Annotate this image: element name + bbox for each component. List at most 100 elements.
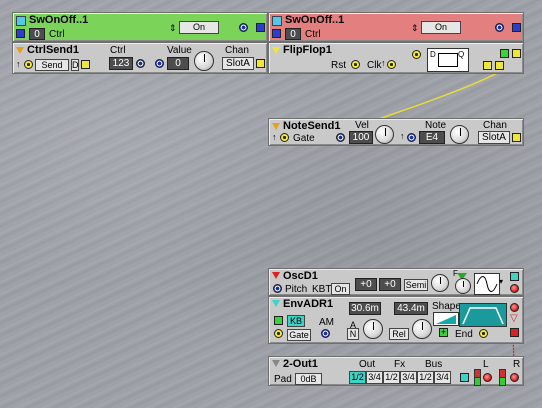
n-button[interactable]: N [347,328,359,340]
module-title: OscD1 [283,270,318,282]
ctrl-label: Ctrl [305,29,321,40]
attack-knob[interactable] [363,319,383,339]
updown-arrow-icon: ↑ [381,58,386,68]
q-output-jack[interactable] [500,49,509,58]
out-1-2-button[interactable]: 1/2 [349,371,366,384]
note-knob[interactable] [450,125,469,144]
on-button[interactable]: On [179,21,219,34]
fx-1-2-button[interactable]: 1/2 [383,371,400,384]
input-jack[interactable] [510,303,519,312]
module-menu-icon[interactable] [272,123,280,130]
l-input-jack[interactable] [483,373,492,382]
shape-selector[interactable] [433,312,459,326]
output-jack[interactable] [512,133,521,142]
note-input-jack[interactable] [407,133,416,142]
attack-display[interactable]: 30.6m [349,302,381,315]
d-label: D [430,50,436,59]
d-jack[interactable] [412,50,421,59]
pitch-label: Pitch [285,284,308,295]
power-icon[interactable] [510,272,519,281]
module-menu-icon[interactable] [272,300,280,307]
output-jack[interactable] [510,284,519,293]
send-input-jack[interactable] [24,60,33,69]
ctrl-label: Ctrl [110,45,126,56]
output-jack[interactable] [512,49,521,58]
fx-3-4-button[interactable]: 3/4 [400,371,417,384]
notesend-module[interactable]: NoteSend1 ↑ Gate Vel 100 Note ↑ E4 Chan … [268,118,524,146]
input-jack[interactable] [239,23,248,32]
flipflop-box-icon [438,53,458,67]
shape-curve-icon [436,315,456,324]
pitch-knob[interactable] [431,274,449,292]
envelope-display [459,303,507,327]
module-menu-icon[interactable] [16,47,24,54]
chan-select[interactable]: SlotA [222,57,254,70]
bus-3-4-button[interactable]: 3/4 [434,371,451,384]
output-jack[interactable] [272,29,281,38]
vel-knob[interactable] [375,125,394,144]
end-jack[interactable] [479,329,488,338]
ctrl-value-display[interactable]: 123 [109,57,133,70]
output-jack[interactable] [510,328,519,337]
decay-display[interactable]: 43.4m [394,302,428,315]
fm-knob[interactable] [455,278,471,294]
on-button[interactable]: On [421,21,461,34]
value-knob[interactable] [194,51,214,71]
vel-display[interactable]: 100 [349,131,373,144]
output-jack[interactable] [512,23,521,32]
plus-button[interactable]: + [439,328,448,337]
bus-1-2-button[interactable]: 1/2 [417,371,434,384]
pad-select[interactable]: 0dB [295,373,322,385]
gate-jack[interactable] [280,133,289,142]
semi-button[interactable]: Semi [404,279,428,291]
updown-arrow-icon[interactable]: ⇕ [169,23,177,34]
kb-button[interactable]: KB [287,315,305,327]
qbar-output-jack-2[interactable] [495,61,504,70]
chan-select[interactable]: SlotA [478,131,510,144]
flipflop-module[interactable]: FlipFlop1 Rst Clk ↑ D Q [268,42,524,74]
swonoff-module-1[interactable]: SwOnOff..1 0 Ctrl ⇕ On [12,12,268,42]
out-module[interactable]: 2-Out1 Pad 0dB Out 1/2 3/4 Fx 1/2 3/4 Bu… [268,356,524,386]
envadr-module[interactable]: EnvADR1 KB Gate AM A N 30.6m Rel 43.4m S… [268,296,524,344]
pitch-jack[interactable] [273,284,282,293]
bus-label: Bus [425,359,443,370]
waveform-selector[interactable] [474,273,500,295]
gate-jack[interactable] [274,329,283,338]
fine-display[interactable]: +0 [379,278,401,291]
rel-button[interactable]: Rel [389,328,409,340]
module-menu-icon[interactable] [272,360,280,367]
gate-button[interactable]: Gate [287,329,311,341]
input-jack[interactable] [495,23,504,32]
end-label: End [455,329,473,340]
updown-arrow-icon[interactable]: ⇕ [411,23,419,34]
module-title: 2-Out1 [283,358,318,370]
osc-module[interactable]: OscD1 Pitch KBT On +0 +0 Semi F ▾ [268,268,524,296]
rst-jack[interactable] [351,60,360,69]
output-jack[interactable] [256,23,265,32]
module-menu-icon[interactable] [272,272,280,279]
chan-label: Chan [483,120,507,131]
ctrl-input-jack[interactable] [136,59,145,68]
send-output-jack[interactable] [81,60,90,69]
note-display[interactable]: E4 [419,131,445,144]
output-jack[interactable] [16,29,25,38]
value-input-jack[interactable] [155,59,164,68]
module-menu-icon[interactable] [272,47,280,54]
updown-arrow-icon: ↑ [16,59,21,69]
coarse-display[interactable]: +0 [355,278,377,291]
dropdown-arrow-icon[interactable]: ▾ [499,277,503,286]
output-jack[interactable] [256,59,265,68]
decay-knob[interactable] [412,319,432,339]
value-display[interactable]: 0 [167,57,189,70]
power-icon[interactable] [460,373,469,382]
r-input-jack[interactable] [510,373,519,382]
ctrlsend-module[interactable]: CtrlSend1 ↑ Send D Ctrl 123 Value 0 Chan… [12,42,268,74]
qbar-output-jack[interactable] [483,61,492,70]
send-button[interactable]: Send [35,59,69,71]
am-jack[interactable] [321,329,330,338]
swonoff-module-2[interactable]: SwOnOff..1 0 Ctrl ⇕ On [268,12,524,42]
vel-input-jack[interactable] [336,133,345,142]
out-3-4-button[interactable]: 3/4 [366,371,383,384]
kbt-on-button[interactable]: On [331,283,350,295]
clk-jack[interactable] [387,60,396,69]
